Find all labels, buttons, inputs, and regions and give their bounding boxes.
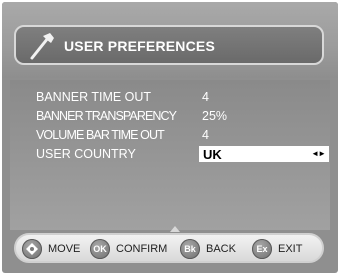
page-title: USER PREFERENCES (64, 38, 216, 54)
setting-banner-time-out[interactable]: BANNER TIME OUT 4 (36, 88, 336, 107)
wrench-icon (26, 30, 56, 62)
setting-label: BANNER TIME OUT (36, 90, 152, 104)
settings-list: BANNER TIME OUT 4 BANNER TRANSPARENCY 25… (36, 88, 336, 164)
title-bar: USER PREFERENCES (14, 25, 324, 65)
setting-label: BANNER TRANSPARENCY (36, 109, 177, 123)
button-legend: MOVE OK CONFIRM Bk BACK Ex EXIT (14, 233, 324, 263)
legend-confirm: OK CONFIRM (90, 238, 167, 260)
setting-volume-bar-time-out[interactable]: VOLUME BAR TIME OUT 4 (36, 126, 336, 145)
setting-label: USER COUNTRY (36, 147, 136, 161)
legend-move-label: MOVE (48, 243, 81, 255)
setting-label: VOLUME BAR TIME OUT (36, 128, 165, 142)
setting-value: 4 (202, 128, 209, 142)
legend-move: MOVE (22, 238, 80, 260)
ok-button-icon: OK (90, 239, 110, 259)
up-arrow-icon (170, 226, 180, 232)
legend-exit: Ex EXIT (252, 238, 302, 260)
setting-value: 4 (202, 90, 209, 104)
legend-confirm-label: CONFIRM (116, 243, 168, 255)
legend-back-label: BACK (206, 243, 236, 255)
legend-back: Bk BACK (180, 238, 236, 260)
selected-country: UK (203, 147, 222, 162)
legend-exit-label: EXIT (278, 243, 303, 255)
move-icon (22, 239, 42, 259)
setting-value: 25% (202, 109, 228, 123)
back-button-icon: Bk (180, 239, 200, 259)
exit-button-icon: Ex (252, 239, 272, 259)
setting-banner-transparency[interactable]: BANNER TRANSPARENCY 25% (36, 107, 336, 126)
setting-user-country[interactable]: USER COUNTRY UK ◄► (36, 145, 336, 164)
country-selector[interactable]: UK ◄► (199, 146, 329, 162)
left-right-arrows-icon[interactable]: ◄► (311, 149, 326, 158)
